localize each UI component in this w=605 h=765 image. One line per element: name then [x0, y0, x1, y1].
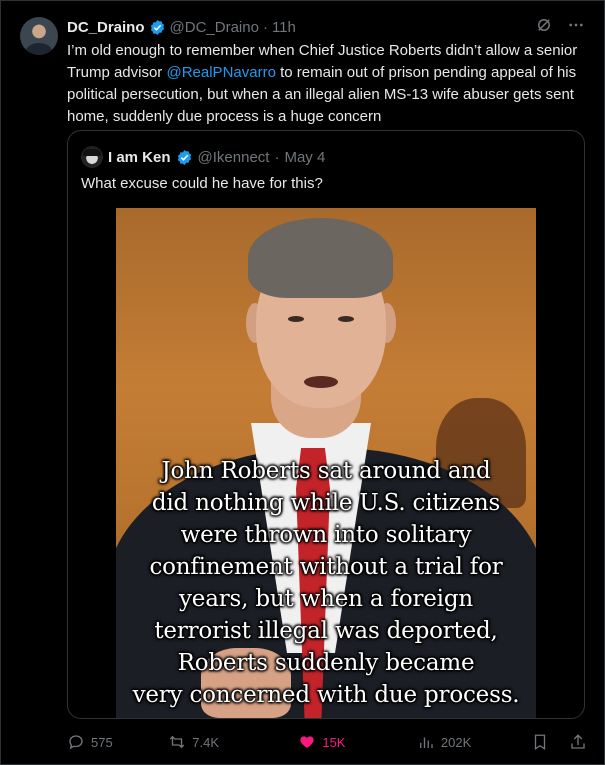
bookmark-icon[interactable] — [531, 733, 549, 751]
quoted-tweet-image[interactable]: John Roberts sat around and did nothing … — [116, 208, 536, 718]
tweet-time[interactable]: 11h — [272, 19, 296, 36]
caption-line: confinement without a trial for — [149, 554, 503, 580]
author-handle[interactable]: @DC_Draino — [170, 19, 259, 36]
views-count: 202K — [440, 734, 472, 750]
repost-button[interactable]: 7.4K — [168, 733, 282, 751]
quoted-author-handle[interactable]: @Ikennect — [198, 149, 270, 166]
mention-link[interactable]: @RealPNavarro — [166, 64, 275, 81]
caption-line: years, but when a foreign — [179, 586, 473, 612]
right-actions — [531, 733, 587, 751]
views-button[interactable]: 202K — [417, 733, 531, 751]
reply-count: 575 — [91, 734, 113, 750]
repost-count: 7.4K — [192, 734, 220, 750]
grok-icon[interactable] — [535, 16, 553, 34]
tweet-text: I’m old enough to remember when Chief Ju… — [67, 40, 587, 128]
action-bar: 575 7.4K 15K 202K — [67, 732, 587, 752]
repost-icon — [170, 735, 185, 749]
quoted-tweet-header: I am Ken @Ikennect · May 4 — [81, 146, 325, 168]
quoted-tweet-date[interactable]: May 4 — [284, 149, 325, 166]
like-icon — [300, 736, 315, 748]
quoted-tweet[interactable]: I am Ken @Ikennect · May 4 What excuse c… — [67, 130, 585, 719]
reply-icon — [69, 735, 83, 750]
quoted-author-avatar[interactable] — [81, 146, 103, 168]
separator-dot: · — [262, 18, 268, 36]
more-icon[interactable] — [567, 16, 585, 34]
share-icon[interactable] — [569, 733, 587, 751]
caption-line: Roberts suddenly became — [177, 650, 475, 676]
verified-icon — [150, 19, 164, 35]
image-caption: John Roberts sat around and did nothing … — [116, 455, 536, 711]
quoted-author-name[interactable]: I am Ken — [108, 149, 171, 166]
like-count: 15K — [322, 734, 346, 750]
caption-line: were thrown into solitary — [180, 522, 472, 548]
separator-dot: · — [274, 148, 280, 166]
tweet-header: DC_Draino @DC_Draino · 11h — [67, 17, 296, 37]
caption-line: terrorist illegal was deported, — [154, 618, 498, 644]
quoted-tweet-text: What excuse could he have for this? — [81, 175, 323, 192]
caption-line: very concerned with due process. — [132, 682, 520, 708]
views-icon — [419, 737, 433, 748]
like-button[interactable]: 15K — [298, 733, 403, 751]
author-name[interactable]: DC_Draino — [67, 19, 145, 36]
caption-line: John Roberts sat around and — [161, 458, 491, 484]
top-icons — [535, 16, 585, 34]
author-avatar[interactable] — [20, 17, 58, 55]
reply-button[interactable]: 575 — [67, 733, 158, 751]
verified-icon — [177, 149, 191, 165]
caption-line: did nothing while U.S. citizens — [151, 490, 501, 516]
